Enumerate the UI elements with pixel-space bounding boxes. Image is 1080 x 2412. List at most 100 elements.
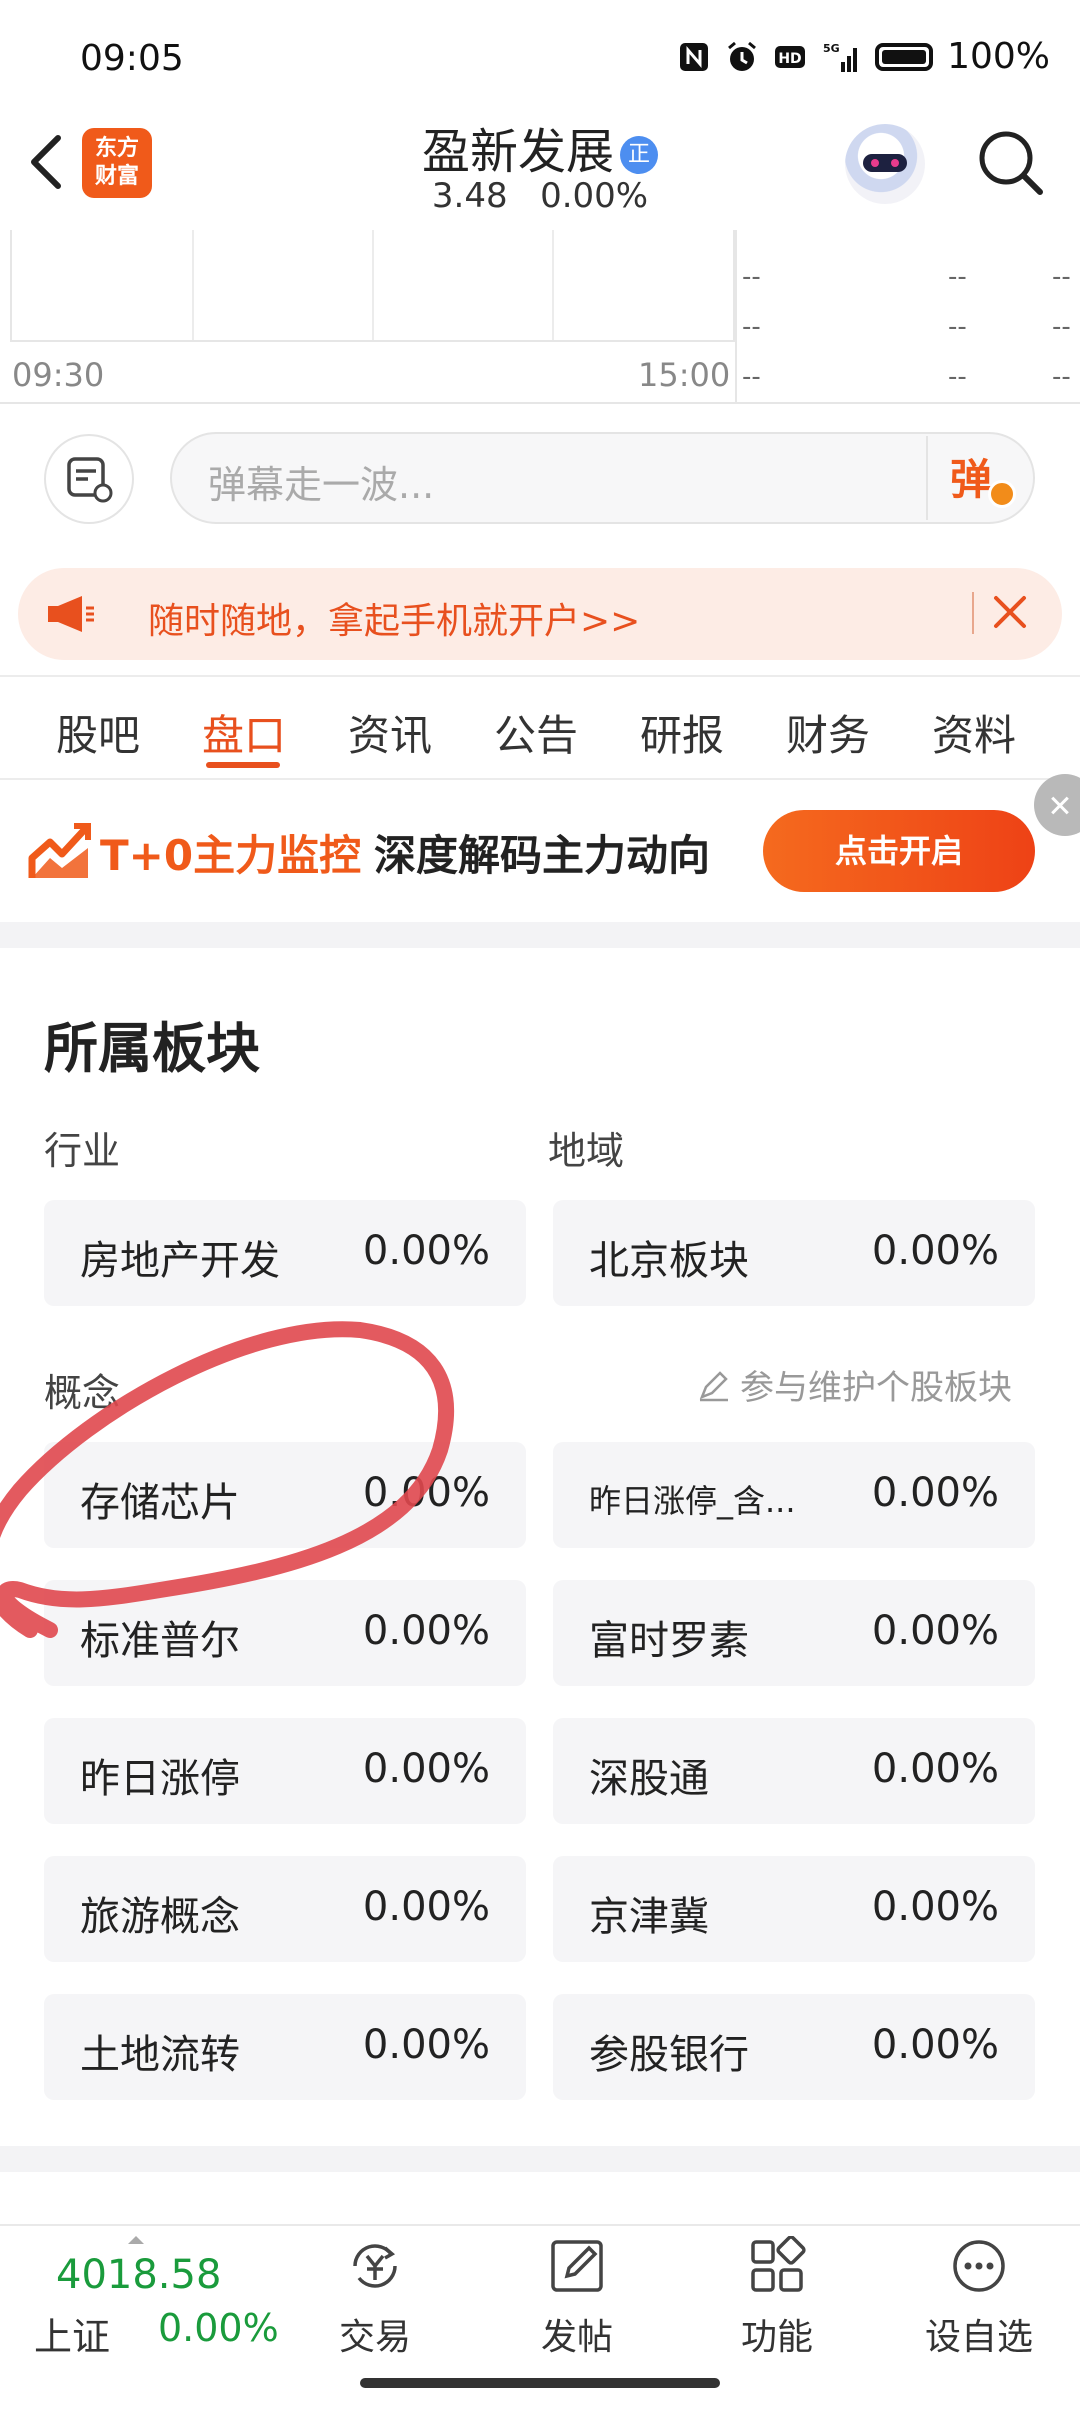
concept-change: 0.00%: [871, 2022, 999, 2068]
concept-change: 0.00%: [871, 1608, 999, 1654]
orderbook-cell: --: [742, 312, 761, 342]
nav-functions[interactable]: 功能: [702, 2235, 852, 2360]
orderbook-cell: --: [1052, 312, 1071, 342]
status-time: 09:05: [80, 38, 184, 79]
concept-card[interactable]: 深股通 0.00%: [553, 1718, 1035, 1824]
orderbook-cell: --: [948, 362, 967, 392]
maintain-sectors-link[interactable]: 参与维护个股板块: [696, 1360, 1012, 1409]
danmaku-send-label: 弹: [950, 455, 993, 504]
danmaku-send-button[interactable]: 弹: [950, 446, 1016, 508]
danmaku-settings-icon: [67, 457, 113, 503]
home-indicator[interactable]: [360, 2378, 720, 2388]
tab-announcements[interactable]: 公告: [494, 702, 578, 763]
ad-title: T+0主力监控: [100, 831, 362, 880]
concept-card[interactable]: 参股银行 0.00%: [553, 1994, 1035, 2100]
index-value[interactable]: 4018.58: [56, 2252, 221, 2298]
concept-name: 存储芯片: [80, 1480, 240, 1526]
promo-text[interactable]: 随时随地，拿起手机就开户>>: [148, 592, 640, 644]
index-name[interactable]: 上证: [34, 2306, 110, 2361]
tab-news[interactable]: 资讯: [348, 702, 432, 763]
hd-icon: HD: [775, 45, 806, 68]
chart-divider: [735, 230, 737, 402]
signal-5g-icon: 5G: [823, 42, 858, 72]
concept-card[interactable]: 昨日涨停_含... 0.00%: [553, 1442, 1035, 1548]
sector-name: 北京板块: [589, 1238, 749, 1284]
index-change[interactable]: 0.00%: [158, 2306, 279, 2350]
nav-post[interactable]: 发帖: [502, 2236, 652, 2360]
concept-label: 概念: [44, 1371, 121, 1415]
svg-text:HD: HD: [778, 51, 801, 67]
concept-name: 富时罗素: [589, 1618, 749, 1664]
concept-change: 0.00%: [362, 1746, 490, 1792]
nav-label: 交易: [338, 2317, 411, 2358]
divider: [972, 592, 974, 634]
trend-chart-icon: [28, 823, 91, 878]
stock-name: 盈新发展: [421, 124, 614, 180]
ad-open-button[interactable]: 点击开启: [763, 810, 1035, 892]
tab-finance[interactable]: 财务: [786, 702, 870, 763]
nav-label: 发帖: [540, 2317, 613, 2358]
concept-name: 昨日涨停_含...: [589, 1482, 796, 1520]
nav-add-watchlist[interactable]: 设自选: [904, 2236, 1054, 2360]
concept-card[interactable]: 存储芯片 0.00%: [44, 1442, 526, 1548]
nav-trade[interactable]: 交易: [300, 2236, 450, 2360]
divider: [0, 778, 1080, 780]
concept-name: 京津冀: [589, 1894, 709, 1940]
active-tab-indicator: [206, 762, 280, 768]
megaphone-icon: [48, 596, 94, 632]
sector-card-region[interactable]: 北京板块 0.00%: [553, 1200, 1035, 1306]
grid-icon: [751, 2235, 806, 2292]
danmaku-settings-button[interactable]: [44, 434, 134, 524]
concept-card[interactable]: 富时罗素 0.00%: [553, 1580, 1035, 1686]
stock-change: 0.00%: [540, 176, 649, 216]
tab-guba[interactable]: 股吧: [56, 702, 140, 763]
concept-change: 0.00%: [362, 1884, 490, 1930]
expand-caret-icon[interactable]: [128, 2236, 144, 2244]
concept-name: 旅游概念: [80, 1894, 240, 1940]
concept-change: 0.00%: [871, 1470, 999, 1516]
sectors-title: 所属板块: [44, 1017, 260, 1080]
ad-close-button[interactable]: [1034, 774, 1080, 836]
region-label: 地域: [548, 1129, 625, 1173]
sector-name: 房地产开发: [80, 1238, 280, 1284]
concept-change: 0.00%: [871, 1746, 999, 1792]
yuan-exchange-icon: [353, 2244, 397, 2288]
tab-research[interactable]: 研报: [640, 702, 724, 763]
section-gap: [0, 922, 1080, 948]
section-gap: [0, 2146, 1080, 2172]
sector-change: 0.00%: [871, 1228, 999, 1274]
robot-assistant-avatar[interactable]: [845, 124, 925, 204]
sector-card-industry[interactable]: 房地产开发 0.00%: [44, 1200, 526, 1306]
concept-name: 土地流转: [80, 2032, 240, 2078]
concept-card[interactable]: 昨日涨停 0.00%: [44, 1718, 526, 1824]
battery-icon: [875, 42, 934, 71]
concept-card[interactable]: 旅游概念 0.00%: [44, 1856, 526, 1962]
status-icons: HD 5G 100%: [677, 36, 1050, 77]
concept-card[interactable]: 京津冀 0.00%: [553, 1856, 1035, 1962]
nav-label: 功能: [740, 2317, 813, 2358]
edit-post-icon: [551, 2240, 603, 2292]
svg-text:5G: 5G: [823, 42, 840, 55]
alarm-icon: [728, 41, 757, 71]
close-icon[interactable]: [988, 590, 1032, 634]
stock-price: 3.48: [431, 176, 508, 216]
danmaku-placeholder: 弹幕走一波...: [208, 463, 435, 507]
nav-label: 设自选: [924, 2317, 1033, 2358]
orderbook-cell: --: [948, 262, 967, 292]
chart-time-start: 09:30: [12, 356, 105, 394]
tab-pankou[interactable]: 盘口: [202, 702, 286, 763]
battery-percent: 100%: [947, 36, 1050, 77]
concept-change: 0.00%: [362, 1470, 490, 1516]
concept-name: 参股银行: [589, 2032, 749, 2078]
ad-subtitle: 深度解码主力动向: [374, 831, 711, 880]
nfc-icon: [680, 42, 709, 71]
orderbook-cell: --: [742, 262, 761, 292]
orderbook-cell: --: [1052, 262, 1071, 292]
concept-card[interactable]: 标准普尔 0.00%: [44, 1580, 526, 1686]
concept-card[interactable]: 土地流转 0.00%: [44, 1994, 526, 2100]
search-icon[interactable]: [976, 128, 1046, 198]
tab-profile[interactable]: 资料: [932, 702, 1016, 763]
intraday-chart[interactable]: [10, 230, 735, 342]
concept-name: 标准普尔: [80, 1618, 240, 1664]
divider: [0, 402, 1080, 404]
